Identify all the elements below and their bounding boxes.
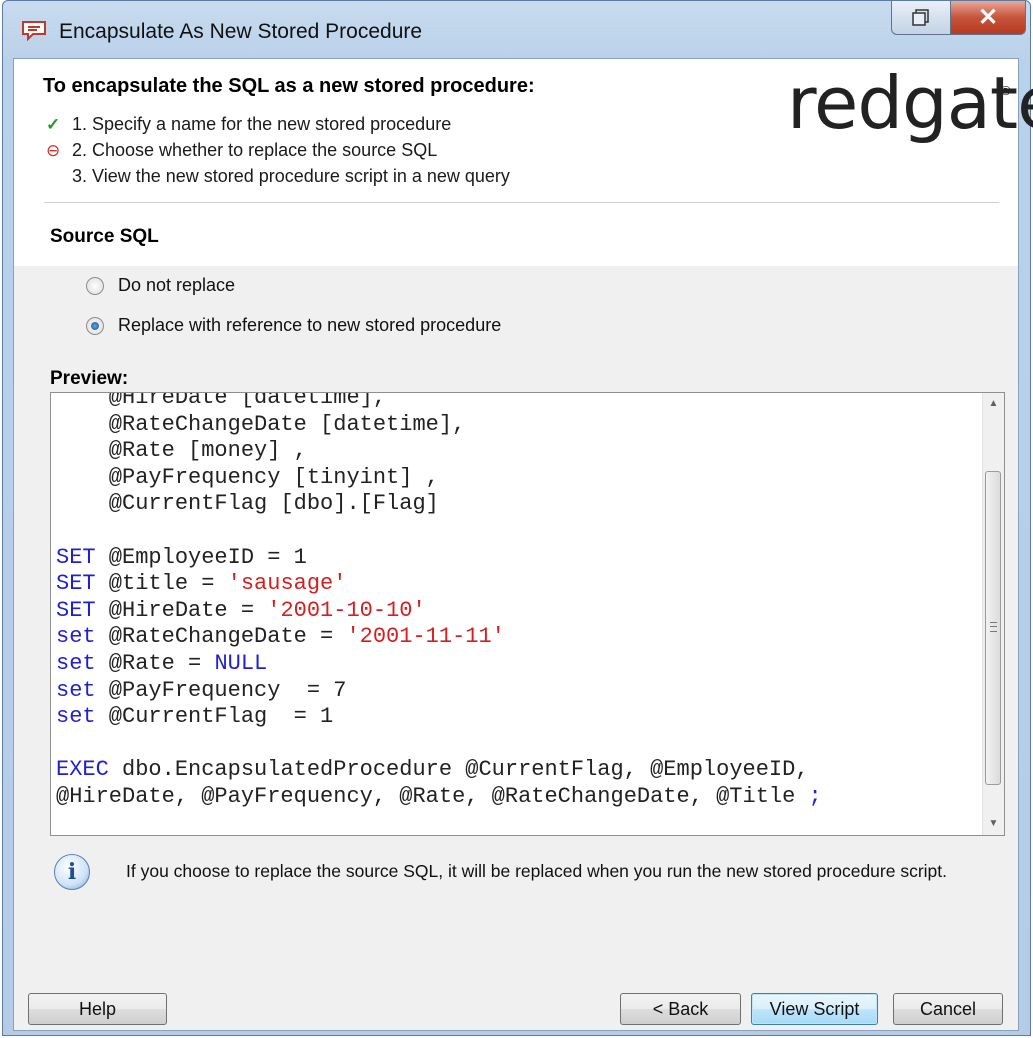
code-line: [56, 518, 822, 545]
stored-procedure-icon: [22, 21, 46, 41]
code-line: set @PayFrequency = 7: [56, 678, 822, 705]
code-token: set: [56, 677, 96, 703]
code-token: NULL: [214, 650, 268, 676]
code-token: @PayFrequency = 7: [95, 677, 347, 703]
redgate-logo: redgate: [787, 61, 1033, 145]
code-token: @RateChangeDate =: [95, 624, 347, 650]
code-line: SET @HireDate = '2001-10-10': [56, 598, 822, 625]
radio-do-not-replace[interactable]: Do not replace: [86, 275, 235, 296]
code-token: @CurrentFlag = 1: [95, 704, 334, 730]
code-token: dbo.EncapsulatedProcedure @CurrentFlag, …: [108, 757, 809, 783]
code-line: @Rate [money] ,: [56, 438, 822, 465]
code-token: SET: [56, 571, 96, 597]
code-line: set @CurrentFlag = 1: [56, 704, 822, 731]
code-line: SET @EmployeeID = 1: [56, 545, 822, 572]
code-line: @RateChangeDate [datetime],: [56, 412, 822, 439]
code-token: @PayFrequency [tinyint] ,: [56, 464, 439, 490]
code-token: @title =: [95, 571, 228, 597]
code-token: @Rate [money] ,: [56, 438, 307, 464]
step-1-label: 1. Specify a name for the new stored pro…: [72, 114, 452, 134]
code-token: @HireDate =: [95, 597, 268, 623]
help-button[interactable]: Help: [28, 993, 167, 1025]
radio-button-on[interactable]: [86, 316, 104, 335]
code-line: @HireDate, @PayFrequency, @Rate, @RateCh…: [56, 784, 822, 811]
radio-label[interactable]: Replace with reference to new stored pro…: [118, 315, 501, 336]
code-token: set: [56, 650, 96, 676]
code-line: set @Rate = NULL: [56, 651, 822, 678]
back-button[interactable]: < Back: [620, 993, 741, 1025]
registered-mark: ®: [1001, 83, 1011, 98]
step-1: ✓ 1. Specify a name for the new stored p…: [46, 114, 451, 135]
grip-icon: [990, 622, 997, 632]
scroll-down-arrow-icon[interactable]: ▼: [983, 813, 1004, 835]
current-step-icon: ⊖: [46, 140, 61, 160]
scroll-up-arrow-icon[interactable]: ▲: [983, 393, 1004, 415]
step-2-label: 2. Choose whether to replace the source …: [72, 140, 438, 160]
code-token: SET: [56, 597, 96, 623]
window-title: Encapsulate As New Stored Procedure: [59, 20, 423, 43]
code-token: @HireDate, @PayFrequency, @Rate, @RateCh…: [56, 783, 809, 809]
scrollbar-thumb[interactable]: [985, 471, 1001, 785]
code-line: @HireDate [datetime],: [56, 392, 822, 412]
radio-label[interactable]: Do not replace: [118, 275, 235, 296]
code-token: @EmployeeID = 1: [95, 544, 307, 570]
info-message: If you choose to replace the source SQL,…: [126, 861, 948, 881]
view-script-button[interactable]: View Script: [751, 993, 878, 1025]
step-3: 3. View the new stored procedure script …: [46, 166, 510, 187]
step-3-label: 3. View the new stored procedure script …: [72, 166, 510, 186]
code-token: @RateChangeDate [datetime],: [56, 411, 466, 437]
info-icon: i: [54, 854, 90, 890]
close-button[interactable]: ✕: [950, 1, 1026, 35]
code-token: set: [56, 624, 96, 650]
wizard-header: To encapsulate the SQL as a new stored p…: [14, 59, 1033, 266]
dialog-client: To encapsulate the SQL as a new stored p…: [13, 58, 1033, 1031]
restore-button[interactable]: [891, 1, 951, 35]
code-line: @CurrentFlag [dbo].[Flag]: [56, 491, 822, 518]
code-line: SET @title = 'sausage': [56, 571, 822, 598]
vertical-scrollbar[interactable]: ▲ ▼: [982, 393, 1004, 835]
code-token: EXEC: [56, 757, 109, 783]
code-line: EXEC dbo.EncapsulatedProcedure @CurrentF…: [56, 757, 822, 784]
restore-icon: [912, 9, 929, 26]
sql-code: @HireDate [datetime], @RateChangeDate [d…: [56, 392, 822, 811]
code-line: [56, 731, 822, 758]
radio-button-off[interactable]: [86, 276, 104, 295]
dialog-window: Encapsulate As New Stored Procedure ✕ To…: [2, 0, 1033, 1036]
code-token: '2001-11-11': [346, 624, 505, 650]
cancel-button[interactable]: Cancel: [893, 993, 1003, 1025]
code-token: SET: [56, 544, 96, 570]
code-token: @CurrentFlag [dbo].[Flag]: [56, 491, 439, 517]
code-line: set @RateChangeDate = '2001-11-11': [56, 624, 822, 651]
title-bar[interactable]: Encapsulate As New Stored Procedure ✕: [3, 1, 1030, 59]
source-sql-title: Source SQL: [50, 226, 159, 247]
code-token: @HireDate [datetime],: [56, 392, 387, 410]
close-icon: ✕: [977, 4, 999, 31]
check-icon: ✓: [46, 114, 61, 134]
code-token: 'sausage': [227, 571, 347, 597]
preview-label: Preview:: [50, 368, 129, 389]
code-token: ;: [808, 783, 822, 809]
code-token: '2001-10-10': [267, 597, 426, 623]
header-divider: [44, 202, 999, 203]
code-token: set: [56, 704, 96, 730]
code-token: @Rate =: [95, 650, 215, 676]
code-line: @PayFrequency [tinyint] ,: [56, 465, 822, 492]
wizard-title: To encapsulate the SQL as a new stored p…: [43, 75, 535, 97]
step-2: ⊖ 2. Choose whether to replace the sourc…: [46, 140, 437, 161]
sql-preview-editor[interactable]: @HireDate [datetime], @RateChangeDate [d…: [50, 392, 1005, 836]
radio-replace-with-reference[interactable]: Replace with reference to new stored pro…: [86, 315, 501, 336]
